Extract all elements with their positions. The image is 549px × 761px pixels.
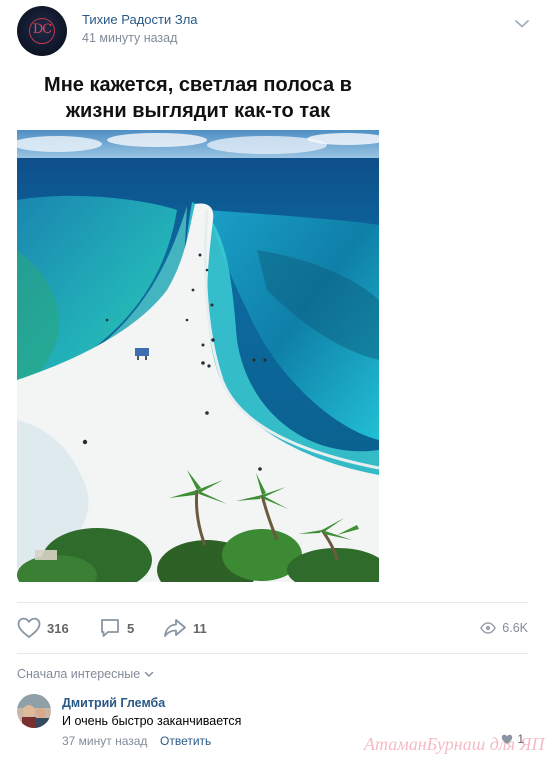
watermark: АтаманБурнаш для ЯП (364, 734, 545, 754)
share-arrow-icon (164, 619, 186, 637)
caption-line-1: Мне кажется, светлая полоса в (44, 74, 352, 96)
post-photo[interactable] (17, 130, 379, 582)
heart-icon (17, 617, 41, 638)
like-count: 316 (47, 620, 69, 636)
post-caption: Мне кажется, светлая полоса в жизни выгл… (17, 72, 379, 124)
commenter-avatar[interactable] (17, 694, 51, 728)
group-name-link[interactable]: Тихие Радости Зла (82, 12, 198, 27)
actions-top-divider (17, 602, 528, 603)
comment-button[interactable]: 5 (99, 615, 134, 641)
post-actions: 316 5 11 6.6K (17, 615, 528, 641)
post-time[interactable]: 41 минуту назад (82, 31, 177, 45)
caption-line-2: жизни выглядит как-то так (65, 100, 331, 122)
reply-link[interactable]: Ответить (160, 734, 211, 748)
like-button[interactable]: 316 (17, 615, 69, 641)
comment-time[interactable]: 37 минут назад (62, 734, 147, 748)
comment-text: И очень быстро заканчивается (62, 714, 242, 728)
group-avatar[interactable]: DC (17, 6, 67, 56)
comment-icon (101, 619, 119, 637)
sort-label: Сначала интересные (17, 667, 141, 681)
chevron-down-icon[interactable] (514, 16, 530, 28)
avatar-monogram: DC (32, 22, 52, 37)
eye-icon (480, 622, 497, 634)
post-header: DC Тихие Радости Зла 41 минуту назад (17, 6, 532, 56)
share-button[interactable]: 11 (163, 615, 207, 641)
actions-bottom-divider (17, 653, 528, 654)
chevron-down-icon (145, 671, 154, 677)
commenter-name[interactable]: Дмитрий Глемба (62, 696, 165, 710)
views-count: 6.6K (502, 621, 528, 635)
views-counter: 6.6K (480, 615, 528, 641)
share-count: 11 (193, 620, 207, 636)
comment-count: 5 (127, 620, 135, 636)
comments-sort-dropdown[interactable]: Сначала интересные (17, 667, 154, 681)
beach-sandbar-photo (17, 130, 379, 582)
